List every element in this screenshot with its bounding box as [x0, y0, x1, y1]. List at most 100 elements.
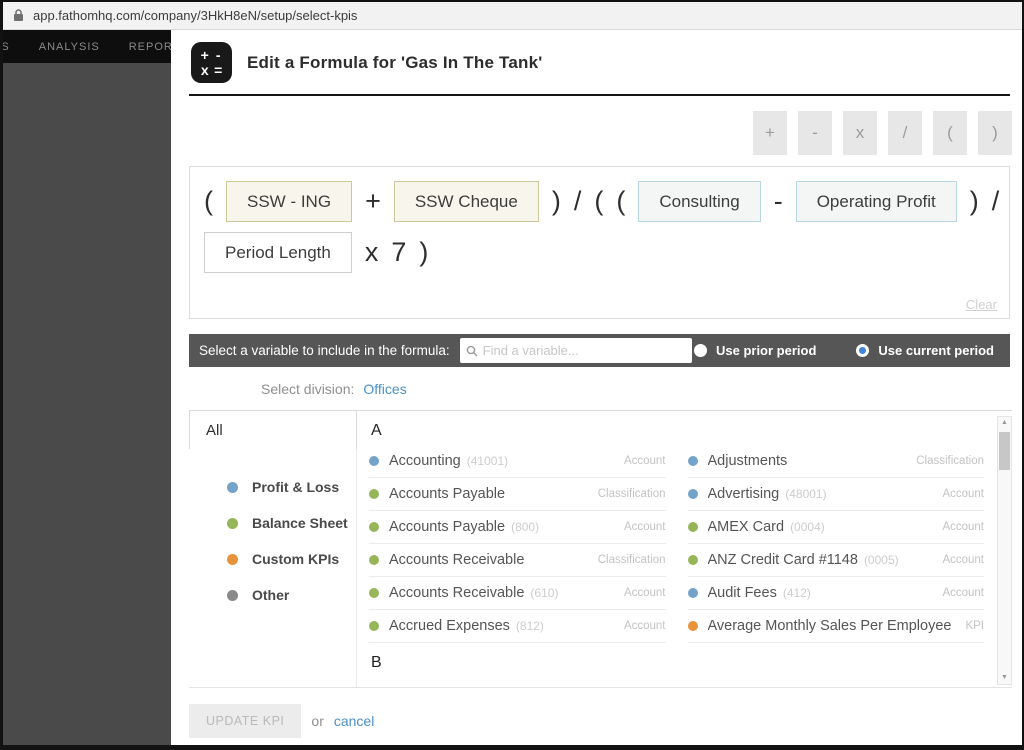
list-columns: Accounting(41001)AccountAccounts Payable… — [369, 445, 984, 643]
list-item[interactable]: Accounts Payable Classification — [369, 478, 666, 511]
letter-header: A — [369, 411, 984, 445]
formula-operator: - — [774, 186, 783, 217]
nav-tab-ies[interactable]: IES — [3, 41, 10, 53]
item-dot-icon — [369, 588, 379, 598]
list-item[interactable]: Accounts Payable(800)Account — [369, 511, 666, 544]
formula-operator: ) — [970, 186, 979, 217]
item-name: Accounts Payable — [389, 519, 505, 535]
category-label: Balance Sheet — [252, 515, 348, 531]
category-dot-icon — [227, 518, 238, 529]
list-item[interactable]: Average Monthly Sales Per EmployeeKPI — [688, 610, 985, 643]
category-label: Custom KPIs — [252, 551, 339, 567]
formula-token[interactable]: Operating Profit — [796, 181, 957, 222]
calculator-icon: +-x= — [191, 42, 232, 83]
item-type-label: Account — [934, 521, 984, 533]
formula-token[interactable]: SSW Cheque — [394, 181, 539, 222]
category-item-other[interactable]: Other — [189, 577, 356, 613]
item-code: (812) — [516, 619, 544, 633]
item-dot-icon — [688, 489, 698, 499]
item-name: AMEX Card — [708, 519, 785, 535]
list-item[interactable]: Accrued Expenses(812)Account — [369, 610, 666, 643]
list-scrollbar[interactable]: ▲ ▼ — [997, 416, 1012, 685]
item-name: ANZ Credit Card #1148 — [708, 552, 858, 568]
list-item[interactable]: Audit Fees(412)Account — [688, 577, 985, 610]
list-item[interactable]: ANZ Credit Card #1148(0005)Account — [688, 544, 985, 577]
calc-glyph: = — [214, 63, 222, 77]
category-item-balance-sheet[interactable]: Balance Sheet — [189, 505, 356, 541]
category-label: Other — [252, 587, 289, 603]
radio-dot-icon — [856, 344, 869, 357]
formula-token[interactable]: Consulting — [638, 181, 760, 222]
browser-url-bar[interactable]: app.fathomhq.com/company/3HkH8eN/setup/s… — [3, 2, 1022, 30]
operator-button-/[interactable]: / — [888, 111, 922, 155]
item-dot-icon — [688, 621, 698, 631]
list-item[interactable]: Accounts ReceivableClassification — [369, 544, 666, 577]
category-item-custom-kpis[interactable]: Custom KPIs — [189, 541, 356, 577]
dimmed-page-area — [3, 63, 171, 745]
formula-operator: ( — [204, 186, 213, 217]
calc-glyph: - — [216, 48, 221, 62]
division-row: Select division: Offices — [171, 367, 1022, 410]
operator-buttons-row: +-x/() — [171, 111, 1012, 155]
category-dot-icon — [227, 482, 238, 493]
variable-list: AAccounting(41001)AccountAccounts Payabl… — [357, 410, 1012, 687]
category-label: Profit & Loss — [252, 479, 339, 495]
list-item[interactable]: AMEX Card(0004)Account — [688, 511, 985, 544]
formula-token[interactable]: SSW - ING — [226, 181, 352, 222]
item-type-label: Account — [616, 521, 666, 533]
item-type-label: Classification — [590, 554, 666, 566]
item-dot-icon — [369, 621, 379, 631]
formula-token[interactable]: Period Length — [204, 232, 352, 273]
item-name: Accounts Payable — [389, 486, 505, 502]
item-type-label: Classification — [908, 455, 984, 467]
clear-formula-link[interactable]: Clear — [966, 297, 997, 312]
list-item[interactable]: Accounts Receivable(610)Account — [369, 577, 666, 610]
edit-formula-modal: +-x= Edit a Formula for 'Gas In The Tank… — [171, 30, 1022, 745]
list-item[interactable]: Advertising(48001)Account — [688, 478, 985, 511]
operator-button-+[interactable]: + — [753, 111, 787, 155]
scroll-down-arrow[interactable]: ▼ — [1001, 672, 1008, 684]
search-input[interactable] — [483, 343, 686, 358]
formula-rows: (SSW - ING+SSW Cheque)/((Consulting-Oper… — [204, 177, 995, 277]
radio-label: Use current period — [878, 343, 994, 358]
category-item-profit-loss[interactable]: Profit & Loss — [189, 469, 356, 505]
formula-operator: ) — [552, 186, 561, 217]
cancel-link[interactable]: cancel — [334, 713, 374, 729]
category-dot-icon — [227, 554, 238, 565]
nav-tab-repor[interactable]: REPOR — [129, 41, 171, 53]
nav-tab-analysis[interactable]: ANALYSIS — [39, 41, 100, 53]
list-column: Accounting(41001)AccountAccounts Payable… — [369, 445, 666, 643]
formula-operator: ( — [594, 186, 603, 217]
update-kpi-button[interactable]: UPDATE KPI — [189, 704, 301, 738]
item-dot-icon — [688, 456, 698, 466]
scroll-up-arrow[interactable]: ▲ — [1001, 417, 1008, 429]
scroll-thumb[interactable] — [999, 432, 1010, 470]
formula-editor[interactable]: (SSW - ING+SSW Cheque)/((Consulting-Oper… — [189, 166, 1010, 319]
formula-operator: ) — [419, 237, 428, 268]
list-item[interactable]: Accounting(41001)Account — [369, 445, 666, 478]
operator-button-x[interactable]: x — [843, 111, 877, 155]
item-name: Adjustments — [708, 453, 788, 469]
item-code: (0005) — [864, 553, 899, 567]
division-select-link[interactable]: Offices — [363, 381, 406, 397]
variable-search[interactable] — [460, 338, 692, 363]
item-dot-icon — [369, 456, 379, 466]
list-item[interactable]: Adjustments Classification — [688, 445, 985, 478]
or-text: or — [311, 713, 323, 729]
item-type-label: Classification — [590, 488, 666, 500]
operator-button-)[interactable]: ) — [978, 111, 1012, 155]
item-dot-icon — [369, 489, 379, 499]
category-list: Profit & Loss Balance Sheet Custom KPIs Oth… — [189, 449, 357, 687]
item-type-label: KPI — [957, 620, 984, 632]
item-name: Accounts Receivable — [389, 585, 524, 601]
variable-toolbar-label: Select a variable to include in the form… — [199, 343, 450, 358]
radio-use-current-period[interactable]: Use current period — [856, 343, 994, 358]
radio-use-prior-period[interactable]: Use prior period — [694, 343, 816, 358]
operator-button-([interactable]: ( — [933, 111, 967, 155]
item-type-label: Account — [934, 587, 984, 599]
operator-button--[interactable]: - — [798, 111, 832, 155]
item-code: (48001) — [785, 487, 826, 501]
category-tab-all[interactable]: All — [189, 410, 357, 449]
modal-header: +-x= Edit a Formula for 'Gas In The Tank… — [171, 30, 1022, 83]
list-column: Adjustments Classification Advertising(480… — [688, 445, 985, 643]
